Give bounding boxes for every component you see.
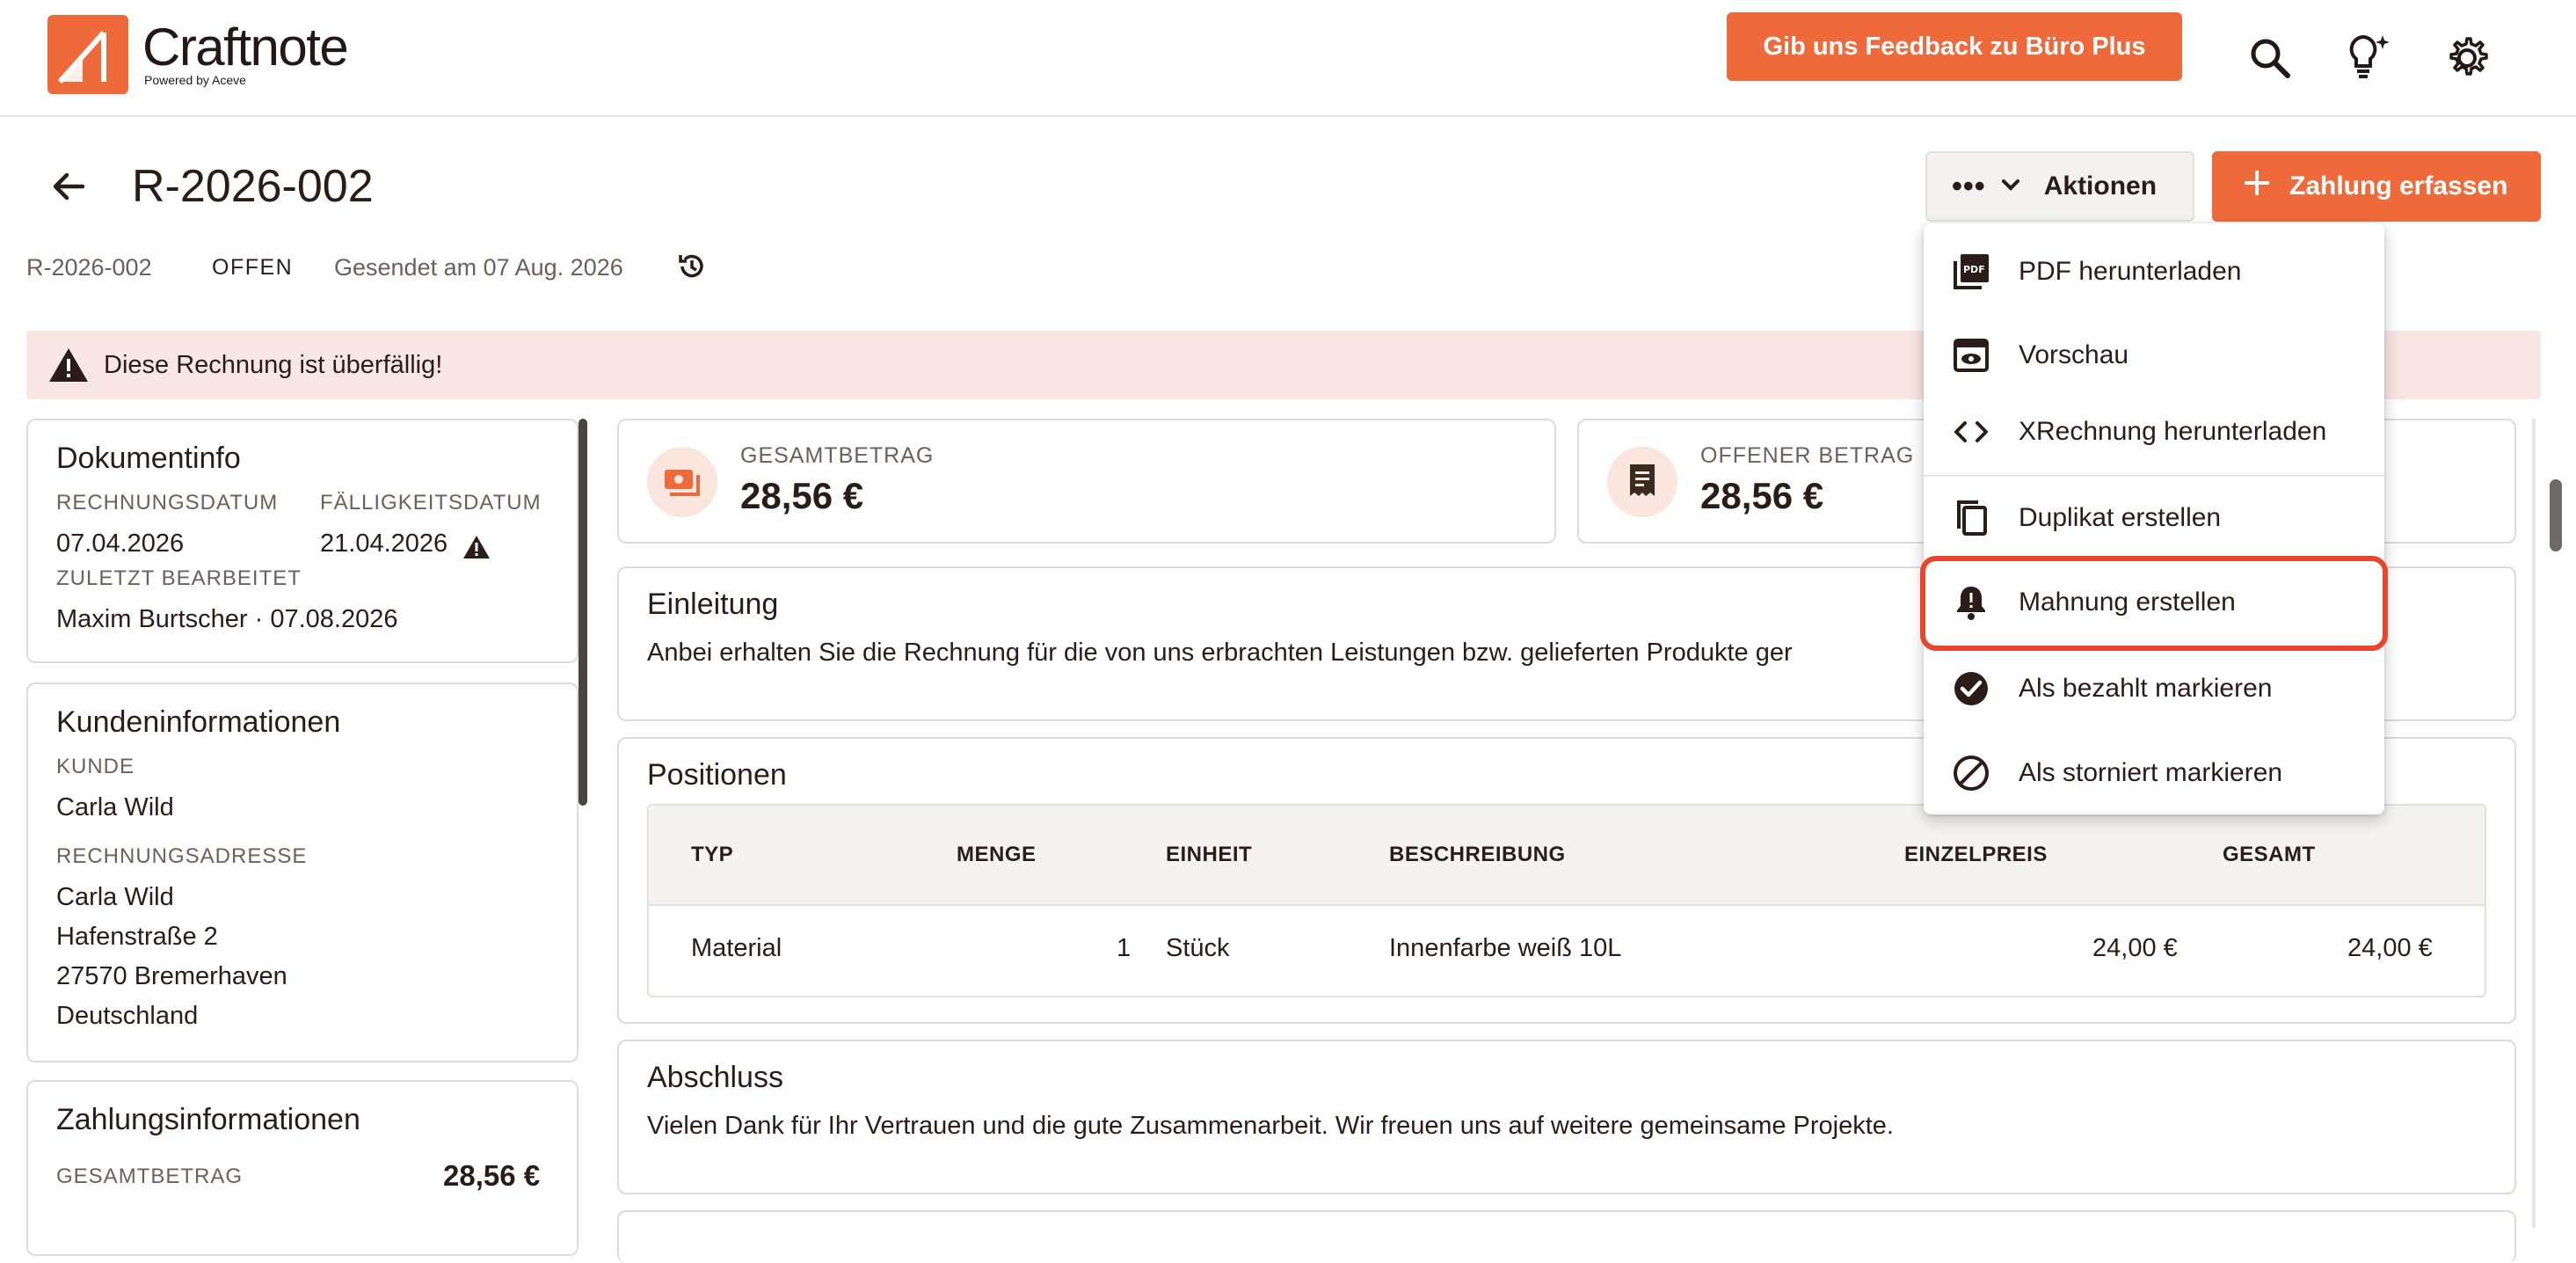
menu-item-xrechnung-herunterladen[interactable]: XRechnung herunterladen xyxy=(1924,392,2384,471)
kunde-title: Kundeninformationen xyxy=(56,705,341,739)
col-einzelpreis: EINZELPREIS xyxy=(1904,843,2048,866)
eye-icon xyxy=(1950,334,1992,376)
abschluss-title: Abschluss xyxy=(647,1061,783,1094)
zahlung-label: Zahlung erfassen xyxy=(2289,172,2508,201)
abschluss-card: Abschluss Vielen Dank für Ihr Vertrauen … xyxy=(617,1040,2516,1194)
back-arrow-icon[interactable] xyxy=(49,167,88,206)
block-icon xyxy=(1950,752,1992,794)
zahlung-title: Zahlungsinformationen xyxy=(56,1103,360,1136)
menu-item-pdf-herunterladen[interactable]: PDF PDF herunterladen xyxy=(1924,232,2384,311)
history-icon[interactable] xyxy=(675,250,709,283)
cell-beschreibung: Innenfarbe weiß 10L xyxy=(1389,934,1622,962)
menu-item-als-bezahlt-markieren[interactable]: Als bezahlt markieren xyxy=(1924,649,2384,728)
feedback-button[interactable]: Gib uns Feedback zu Büro Plus xyxy=(1727,12,2182,81)
menu-item-label: Als bezahlt markieren xyxy=(2019,674,2273,703)
einleitung-text: Anbei erhalten Sie die Rechnung für die … xyxy=(647,639,1793,667)
table-header: TYP MENGE EINHEIT BESCHREIBUNG EINZELPRE… xyxy=(649,806,2485,906)
copy-icon xyxy=(1950,497,1992,539)
plus-icon xyxy=(2242,168,2272,205)
table-row[interactable]: Material 1 Stück Innenfarbe weiß 10L 24,… xyxy=(649,904,2485,996)
rechnungsadresse-label: RECHNUNGSADRESSE xyxy=(56,844,308,868)
menu-item-vorschau[interactable]: Vorschau xyxy=(1924,316,2384,395)
aktionen-label: Aktionen xyxy=(2043,172,2158,201)
code-icon xyxy=(1950,411,1992,453)
zahlung-erfassen-button[interactable]: Zahlung erfassen xyxy=(2212,151,2541,222)
app-header: Craftnote Powered by Aceve Gib uns Feedb… xyxy=(0,0,2576,117)
gesamtbetrag-value: 28,56 € xyxy=(740,475,864,516)
col-einheit: EINHEIT xyxy=(1166,843,1253,866)
zuletzt-label: ZULETZT BEARBEITET xyxy=(56,566,302,590)
faelligkeitsdatum-value: 21.04.2026 xyxy=(320,529,448,558)
gesamtbetrag-card: GESAMTBETRAG 28,56 € xyxy=(617,419,1556,544)
cell-typ: Material xyxy=(691,934,782,962)
warning-small-icon xyxy=(462,535,491,564)
check-circle-icon xyxy=(1950,668,1992,710)
rechnungsdatum-label: RECHNUNGSDATUM xyxy=(56,491,279,515)
dokumentinfo-title: Dokumentinfo xyxy=(56,442,241,475)
mahnung-highlight-box xyxy=(1920,556,2388,651)
logo-name: Craftnote xyxy=(142,18,349,77)
menu-item-label: Vorschau xyxy=(2019,340,2129,369)
address-line: Deutschland xyxy=(56,1002,199,1030)
menu-item-label: XRechnung herunterladen xyxy=(2019,417,2327,446)
menu-item-label: Als storniert markieren xyxy=(2019,758,2283,787)
svg-text:PDF: PDF xyxy=(1963,264,1985,275)
pdf-icon: PDF xyxy=(1950,251,1992,293)
zahlungsinformationen-card: Zahlungsinformationen GESAMTBETRAG 28,56… xyxy=(26,1080,579,1256)
positionen-title: Positionen xyxy=(647,758,787,792)
kunde-label: KUNDE xyxy=(56,755,135,778)
status-badge: OFFEN xyxy=(212,255,294,280)
money-icon xyxy=(647,447,717,517)
cell-menge: 1 xyxy=(1117,934,1132,962)
aktionen-menu: PDF PDF herunterladen Vorschau XRechnung… xyxy=(1924,223,2384,814)
zahlung-gesamt-label: GESAMTBETRAG xyxy=(56,1164,244,1188)
zahlung-gesamt-value: 28,56 € xyxy=(443,1159,541,1192)
search-icon[interactable] xyxy=(2244,32,2296,84)
zuletzt-value: Maxim Burtscher · 07.08.2026 xyxy=(56,605,398,633)
gesamtbetrag-label: GESAMTBETRAG xyxy=(740,443,935,468)
more-dots-icon: ••• xyxy=(1952,170,1986,203)
page-title: R-2026-002 xyxy=(132,161,374,212)
cell-einzelpreis: 24,00 € xyxy=(2092,934,2178,962)
col-typ: TYP xyxy=(691,843,734,866)
col-beschreibung: BESCHREIBUNG xyxy=(1389,843,1566,866)
col-gesamt: GESAMT xyxy=(2223,843,2316,866)
next-card xyxy=(617,1210,2516,1263)
offener-betrag-label: OFFENER BETRAG xyxy=(1700,443,1915,468)
menu-item-duplikat-erstellen[interactable]: Duplikat erstellen xyxy=(1924,478,2384,558)
col-menge: MENGE xyxy=(957,843,1037,866)
aktionen-button[interactable]: ••• Aktionen xyxy=(1925,151,2194,222)
kundeninformationen-card: Kundeninformationen KUNDE Carla Wild REC… xyxy=(26,683,579,1062)
faelligkeitsdatum-label: FÄLLIGKEITSDATUM xyxy=(320,491,542,515)
page-scrollbar[interactable] xyxy=(2550,479,2562,551)
rechnungsdatum-value: 07.04.2026 xyxy=(56,529,185,558)
cell-einheit: Stück xyxy=(1166,934,1230,962)
left-column-scrollbar[interactable] xyxy=(579,419,587,806)
cell-gesamt: 24,00 € xyxy=(2347,934,2433,962)
invoice-number: R-2026-002 xyxy=(26,254,152,281)
menu-item-label: Duplikat erstellen xyxy=(2019,503,2222,532)
lightbulb-sparkle-icon[interactable] xyxy=(2342,32,2395,84)
gear-icon[interactable] xyxy=(2441,32,2493,84)
sent-date: Gesendet am 07 Aug. 2026 xyxy=(334,254,623,281)
menu-item-als-storniert-markieren[interactable]: Als storniert markieren xyxy=(1924,734,2384,813)
page-scrollbar-track xyxy=(2532,419,2536,1228)
menu-divider xyxy=(1924,475,2384,477)
address-line: Carla Wild xyxy=(56,883,174,911)
logo-subtitle: Powered by Aceve xyxy=(144,73,246,87)
address-line: 27570 Bremerhaven xyxy=(56,962,287,990)
craftnote-logo-icon[interactable] xyxy=(47,15,128,94)
abschluss-text: Vielen Dank für Ihr Vertrauen und die gu… xyxy=(647,1112,1894,1140)
receipt-icon xyxy=(1607,447,1677,517)
warning-icon xyxy=(47,347,90,383)
kunde-value: Carla Wild xyxy=(56,793,174,821)
offener-betrag-value: 28,56 € xyxy=(1700,475,1824,516)
positionen-table: TYP MENGE EINHEIT BESCHREIBUNG EINZELPRE… xyxy=(647,804,2486,997)
address-line: Hafenstraße 2 xyxy=(56,923,218,951)
dokumentinfo-card: Dokumentinfo RECHNUNGSDATUM FÄLLIGKEITSD… xyxy=(26,419,579,663)
alert-text: Diese Rechnung ist überfällig! xyxy=(104,350,443,379)
chevron-down-icon xyxy=(1998,172,2023,201)
einleitung-title: Einleitung xyxy=(647,588,779,621)
menu-item-label: PDF herunterladen xyxy=(2019,257,2242,286)
